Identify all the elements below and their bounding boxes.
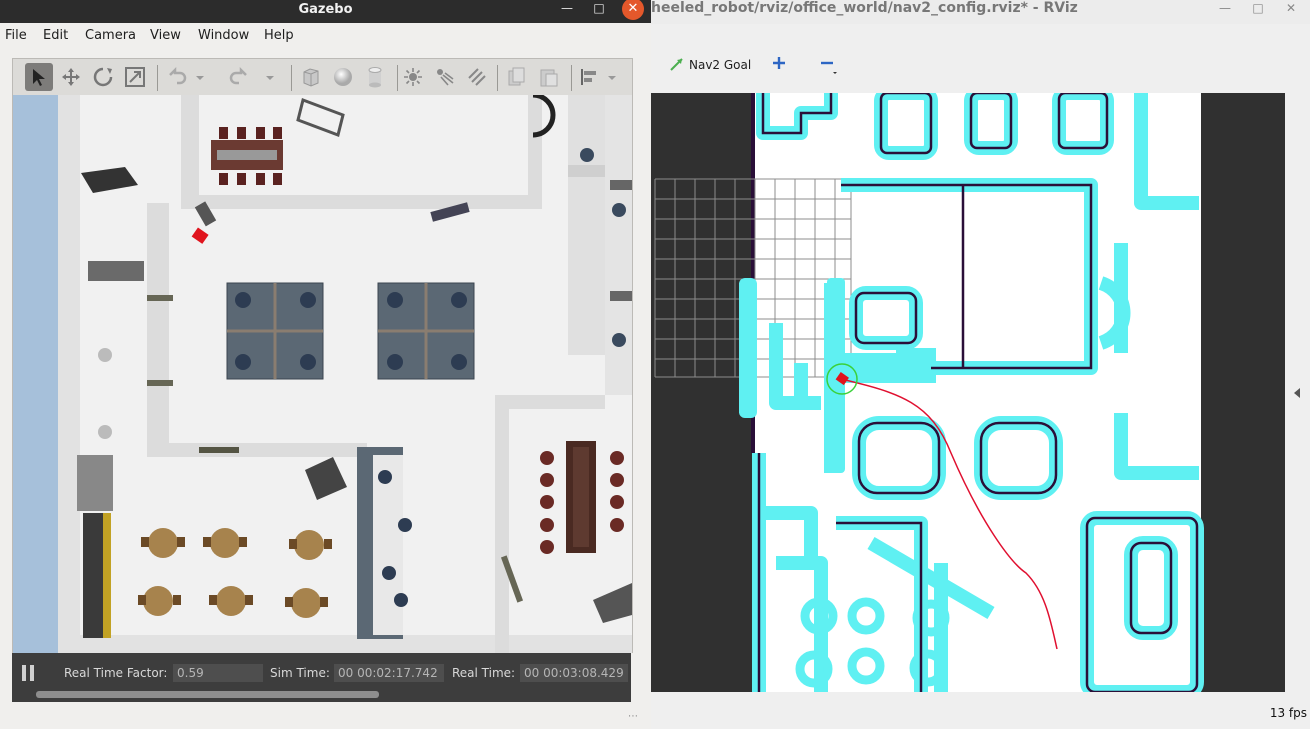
office-scene	[13, 95, 632, 653]
copy-icon[interactable]	[503, 63, 531, 91]
minimize-icon[interactable]: —	[1214, 0, 1236, 20]
minus-icon[interactable]	[819, 55, 837, 75]
close-icon[interactable]: ✕	[1280, 0, 1302, 20]
gazebo-toolbar	[12, 58, 633, 96]
rviz-title-bar: heeled_robot/rviz/office_world/nav2_conf…	[651, 0, 1310, 24]
undo-icon[interactable]	[163, 63, 191, 91]
pause-icon[interactable]	[22, 665, 38, 683]
menu-view[interactable]: View	[150, 28, 181, 43]
sphere-shape-icon[interactable]	[329, 63, 357, 91]
gazebo-title-bar: Gazebo — □ ✕	[0, 0, 651, 23]
menu-edit[interactable]: Edit	[43, 28, 68, 43]
undo-dropdown-icon[interactable]	[193, 63, 207, 91]
close-icon[interactable]: ✕	[622, 0, 644, 20]
minimize-icon[interactable]: —	[556, 0, 578, 20]
real-time-factor-label: Real Time Factor:	[64, 666, 168, 680]
fps-label: 13 fps	[1269, 706, 1307, 720]
rviz-status-bar: 13 fps	[651, 700, 1310, 729]
translate-icon[interactable]	[57, 63, 85, 91]
gazebo-window-title: Gazebo	[298, 2, 353, 17]
sim-time-label: Sim Time:	[270, 666, 330, 680]
gazebo-menu-bar: File Edit Camera View Window Help	[0, 23, 651, 50]
maximize-icon[interactable]: □	[1247, 0, 1269, 20]
menu-help[interactable]: Help	[264, 28, 294, 43]
menu-window[interactable]: Window	[198, 28, 249, 43]
box-shape-icon[interactable]	[297, 63, 325, 91]
cylinder-shape-icon[interactable]	[361, 63, 389, 91]
directional-light-icon[interactable]	[463, 63, 491, 91]
rviz-toolbar: Nav2 Goal	[651, 46, 1310, 86]
select-arrow-icon[interactable]	[25, 63, 53, 91]
menu-file[interactable]: File	[5, 28, 27, 43]
real-time-factor-field: 0.59	[173, 664, 263, 682]
rviz-window: heeled_robot/rviz/office_world/nav2_conf…	[651, 0, 1310, 729]
redo-icon[interactable]	[225, 63, 253, 91]
goal-arrow-icon	[669, 56, 685, 72]
real-time-label: Real Time:	[452, 666, 516, 680]
snap-icon[interactable]	[605, 63, 619, 91]
scale-icon[interactable]	[121, 63, 149, 91]
align-icon[interactable]	[575, 63, 603, 91]
spot-light-icon[interactable]	[431, 63, 459, 91]
resize-grip-icon[interactable]: ⋯	[628, 711, 642, 723]
gazebo-3d-viewport[interactable]	[12, 95, 633, 653]
gazebo-window: Gazebo — □ ✕ File Edit Camera View Windo…	[0, 0, 651, 729]
real-time-field: 00 00:03:08.429	[520, 664, 628, 682]
point-light-icon[interactable]	[399, 63, 427, 91]
nav2-goal-label: Nav2 Goal	[689, 58, 752, 72]
rviz-3d-view[interactable]	[651, 93, 1285, 692]
occupancy-map	[651, 93, 1285, 692]
rotate-icon[interactable]	[89, 63, 117, 91]
menu-camera[interactable]: Camera	[85, 28, 136, 43]
sim-time-field: 00 00:02:17.742	[334, 664, 444, 682]
rviz-window-title: heeled_robot/rviz/office_world/nav2_conf…	[651, 0, 1078, 16]
paste-icon[interactable]	[535, 63, 563, 91]
rviz-side-panel-toggle[interactable]	[1285, 93, 1310, 692]
plus-icon[interactable]	[771, 55, 787, 71]
maximize-icon[interactable]: □	[588, 0, 610, 20]
redo-dropdown-icon[interactable]	[263, 63, 277, 91]
horizontal-scrollbar[interactable]	[36, 691, 379, 698]
